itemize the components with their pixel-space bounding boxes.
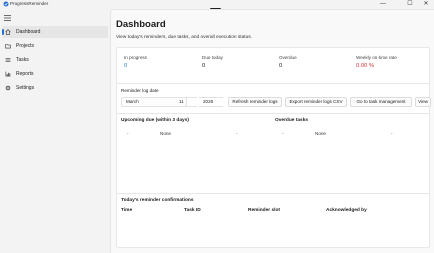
title-bar: ProgressReminder — ☐ ✕ xyxy=(0,0,434,12)
sidebar-item-label: Projects xyxy=(16,43,35,49)
refresh-reminder-logs-button[interactable]: Refresh reminder logs xyxy=(228,97,282,107)
folder-icon xyxy=(5,44,11,49)
minimize-button[interactable]: — xyxy=(377,0,389,9)
maximize-button[interactable]: ☐ xyxy=(404,0,416,9)
reminder-log-card: Reminder log date March 11 2026 Refresh … xyxy=(116,83,431,115)
go-to-task-management-button[interactable]: Go to task management xyxy=(350,97,412,107)
stat-value-overdue: 0 xyxy=(279,63,283,69)
home-icon xyxy=(5,29,11,35)
active-indicator xyxy=(2,29,4,35)
sidebar-item-label: Tasks xyxy=(16,57,29,63)
sidebar-item-reports[interactable]: Reports xyxy=(2,68,108,80)
main-content: Dashboard View today's reminders, due ta… xyxy=(110,9,434,253)
stat-label-weekly-rate: Weekly on-time rate xyxy=(356,55,397,60)
chart-icon xyxy=(5,71,11,77)
column-header-task-id: Task ID xyxy=(184,208,201,213)
stats-card: In progress 0 Due today 0 Overdue 0 Week… xyxy=(116,47,430,85)
due-tasks-card: Upcoming due (within 3 days) - None - Ov… xyxy=(116,113,430,196)
hamburger-menu-icon[interactable] xyxy=(4,15,11,21)
upcoming-due-title: Upcoming due (within 3 days) xyxy=(121,118,189,123)
overdue-cell-1: - xyxy=(282,131,284,136)
reminder-log-date-label: Reminder log date xyxy=(121,88,159,93)
gear-icon xyxy=(5,85,11,91)
overdue-tasks-title: Overdue tasks xyxy=(275,118,309,123)
page-subtitle: View today's reminders, due tasks, and o… xyxy=(116,35,253,40)
column-header-time: Time xyxy=(121,208,133,213)
stat-label-in-progress: In progress xyxy=(124,55,147,60)
column-header-reminder-slot: Reminder slot xyxy=(248,208,280,213)
day-picker[interactable]: 11 xyxy=(175,97,197,107)
stat-value-due-today: 0 xyxy=(202,63,206,69)
view-button[interactable]: View xyxy=(415,97,431,107)
year-picker[interactable]: 2026 xyxy=(199,97,223,107)
sidebar-item-dashboard[interactable]: Dashboard xyxy=(2,26,108,38)
upcoming-cell-2: None xyxy=(160,131,171,136)
export-reminder-logs-csv-button[interactable]: Export reminder logs CSV xyxy=(285,97,347,107)
close-button[interactable]: ✕ xyxy=(420,0,432,9)
sidebar-item-label: Reports xyxy=(16,71,34,77)
app-logo-icon xyxy=(3,1,9,7)
confirmations-card: Today's reminder confirmations Time Task… xyxy=(116,193,430,248)
upcoming-cell-1: - xyxy=(127,131,129,136)
sidebar-item-tasks[interactable]: Tasks xyxy=(2,54,108,66)
stat-value-weekly-rate: 0.00 % xyxy=(356,63,375,69)
window-title: ProgressReminder xyxy=(10,1,49,6)
column-header-acknowledged-by: Acknowledged by xyxy=(326,208,367,213)
overdue-cell-2: None xyxy=(315,131,326,136)
sidebar-item-label: Settings xyxy=(16,85,35,91)
sidebar-item-projects[interactable]: Projects xyxy=(2,40,108,52)
stat-value-in-progress: 0 xyxy=(124,63,128,69)
confirmations-title: Today's reminder confirmations xyxy=(121,198,194,203)
page-title: Dashboard xyxy=(116,19,166,30)
sidebar-item-settings[interactable]: Settings xyxy=(2,82,108,94)
stat-label-overdue: Overdue xyxy=(279,55,297,60)
overdue-cell-3: - xyxy=(391,131,393,136)
stat-label-due-today: Due today xyxy=(202,55,223,60)
sidebar-item-label: Dashboard xyxy=(16,29,41,35)
upcoming-cell-3: - xyxy=(236,131,238,136)
list-icon xyxy=(5,58,11,62)
sidebar: Dashboard Projects Tasks Reports Setting… xyxy=(0,9,110,253)
